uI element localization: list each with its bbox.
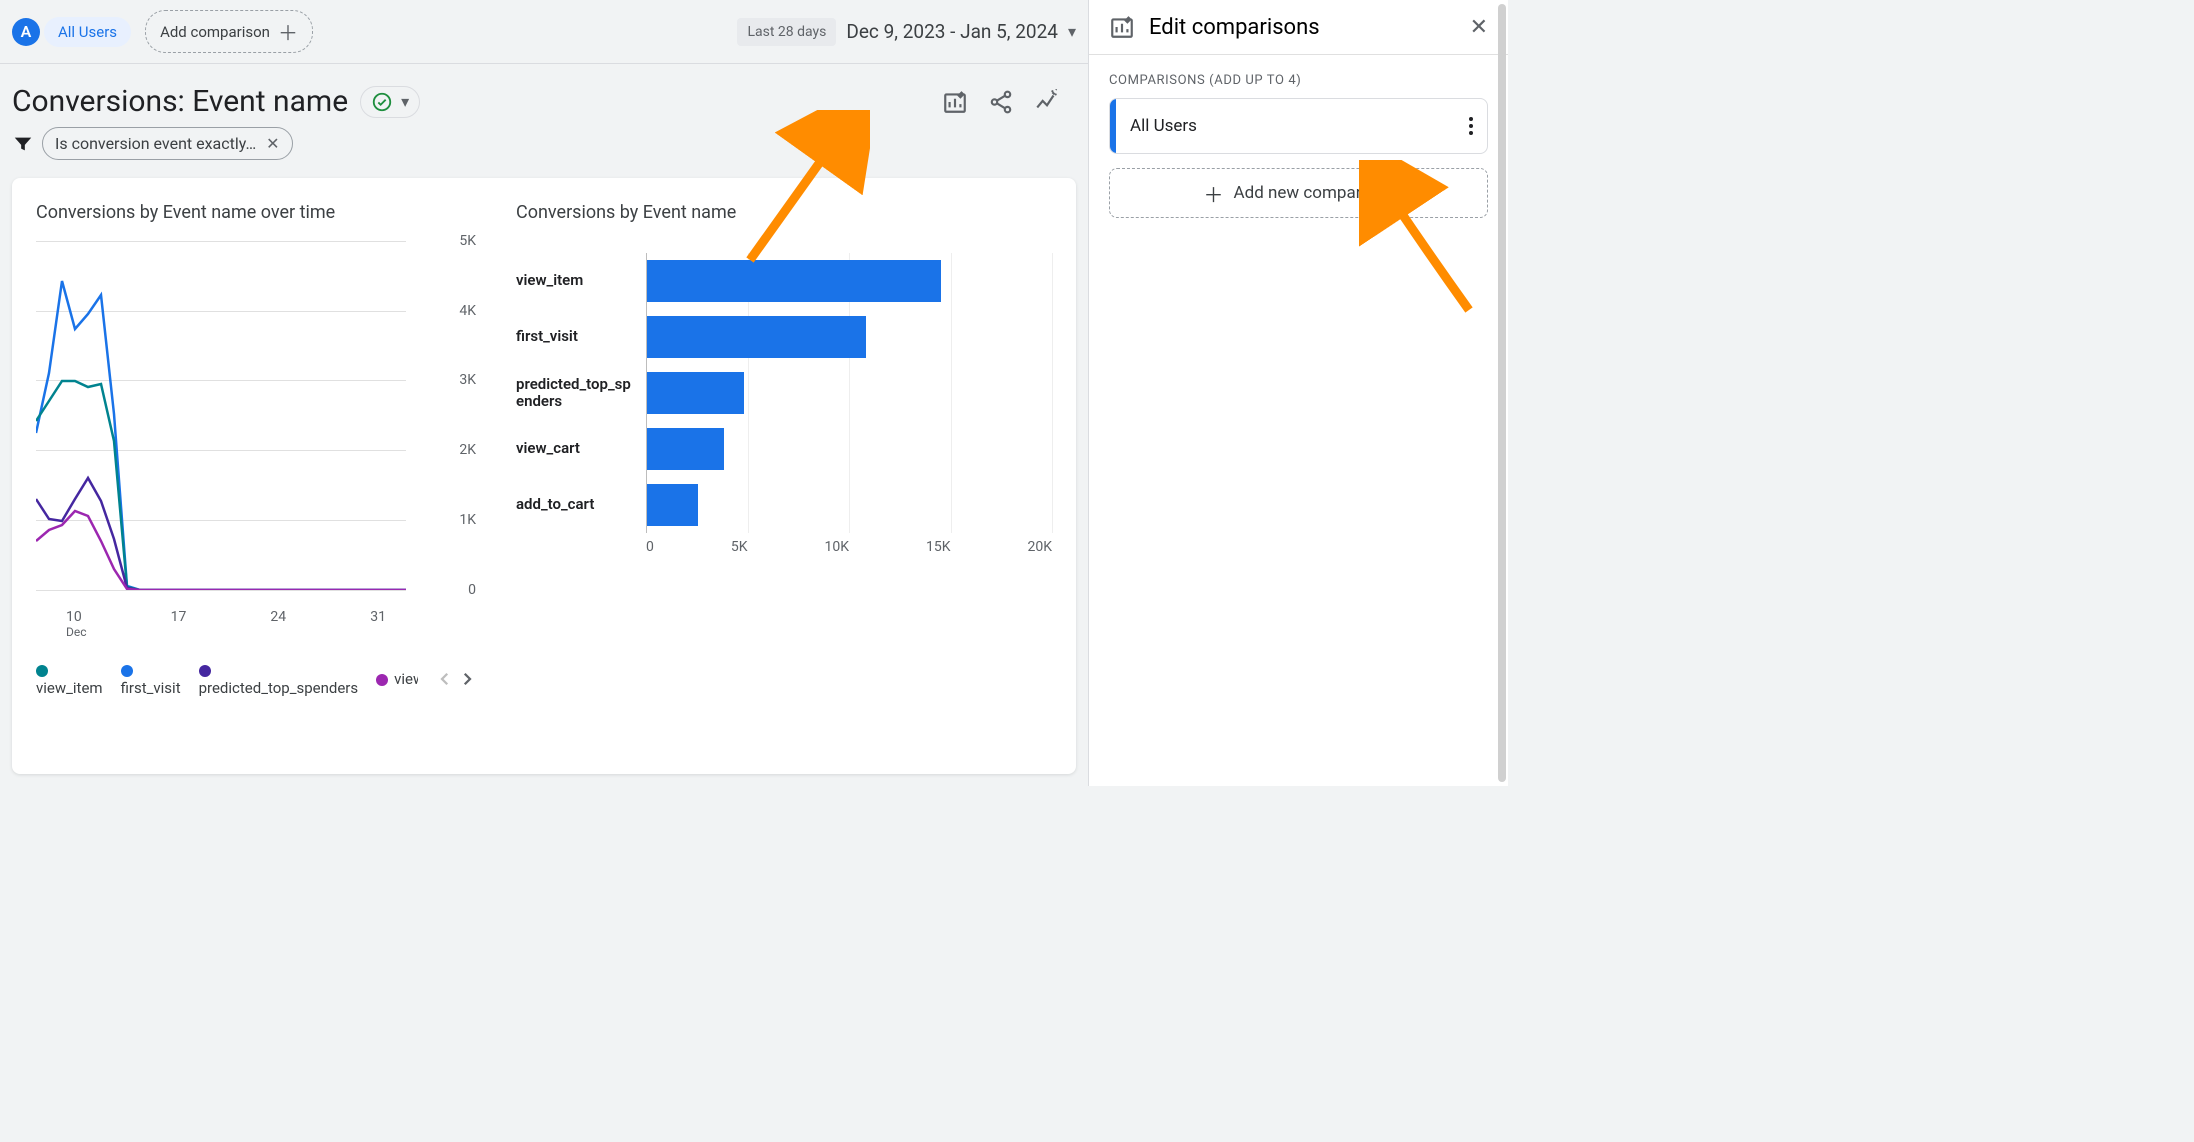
page-title: Conversions: Event name (12, 84, 348, 119)
side-panel-header: Edit comparisons ✕ (1089, 0, 1508, 55)
date-range-value: Dec 9, 2023 - Jan 5, 2024 (846, 20, 1058, 43)
more-options-button[interactable] (1469, 117, 1487, 135)
add-comparison-label: Add comparison (160, 23, 270, 41)
customize-report-icon (1109, 14, 1135, 40)
y-tick: 3K (416, 372, 476, 388)
y-tick: 2K (416, 442, 476, 458)
bar-chart[interactable]: view_item first_visit predicted_top_spen… (516, 253, 1052, 555)
y-tick: 1K (416, 512, 476, 528)
x-tick: 31 (370, 609, 386, 639)
filter-chip-text: Is conversion event exactly… (55, 134, 256, 153)
bar-row: predicted_top_spenders (516, 365, 1052, 421)
filter-chip[interactable]: Is conversion event exactly… ✕ (42, 127, 293, 160)
bar-chart-title: Conversions by Event name (516, 202, 1052, 223)
bar-row: view_item (516, 253, 1052, 309)
bar-label: view_item (516, 272, 646, 289)
bar-label: view_cart (516, 440, 646, 457)
line-chart[interactable]: 5K 4K 3K 2K 1K 0 (36, 241, 476, 651)
side-panel-title: Edit comparisons (1149, 15, 1320, 40)
date-range-picker[interactable]: Last 28 days Dec 9, 2023 - Jan 5, 2024 ▾ (737, 18, 1076, 46)
bar-x-tick: 0 (646, 539, 654, 555)
bar-label: first_visit (516, 328, 646, 345)
insights-icon[interactable] (1034, 89, 1060, 115)
add-new-comparison-label: Add new comparison (1234, 183, 1394, 203)
add-comparison-chip[interactable]: Add comparison ＋ (145, 10, 313, 53)
bar-x-tick: 20K (1027, 539, 1052, 555)
legend-label: view_item (36, 679, 103, 697)
y-tick: 0 (416, 582, 476, 598)
legend-item[interactable]: first_visit (121, 661, 181, 697)
chevron-right-icon[interactable] (458, 670, 476, 688)
report-topbar: A All Users Add comparison ＋ Last 28 day… (0, 0, 1088, 64)
bar-label: predicted_top_spenders (516, 376, 646, 411)
y-tick: 4K (416, 303, 476, 319)
chevron-left-icon[interactable] (436, 670, 454, 688)
legend-item[interactable]: view_c (376, 670, 418, 688)
customize-report-icon[interactable] (942, 89, 968, 115)
bar-x-tick: 15K (926, 539, 951, 555)
filter-icon (12, 133, 34, 155)
share-icon[interactable] (988, 89, 1014, 115)
report-title-row: Conversions: Event name ▾ (0, 64, 1088, 127)
line-chart-legend: view_item first_visit predicted_top_spen… (36, 661, 476, 697)
plus-icon: ＋ (278, 17, 298, 46)
status-verified-pill[interactable]: ▾ (360, 86, 420, 118)
legend-item[interactable]: predicted_top_spenders (199, 661, 359, 697)
comparisons-section-label: COMPARISONS (ADD UP TO 4) (1109, 73, 1488, 88)
close-icon[interactable]: ✕ (1470, 15, 1488, 40)
legend-item[interactable]: view_item (36, 661, 103, 697)
scrollbar[interactable] (1498, 4, 1506, 782)
legend-label: view_c (394, 670, 418, 688)
bar-label: add_to_cart (516, 496, 646, 513)
comparison-avatar-a: A (12, 18, 40, 46)
add-new-comparison-button[interactable]: ＋ Add new comparison (1109, 168, 1488, 218)
main-report-area: A All Users Add comparison ＋ Last 28 day… (0, 0, 1088, 786)
bar-row: view_cart (516, 421, 1052, 477)
bar-row: first_visit (516, 309, 1052, 365)
report-card: Conversions by Event name over time 5K 4… (12, 178, 1076, 774)
close-icon[interactable]: ✕ (266, 134, 279, 153)
plus-icon: ＋ (1204, 179, 1224, 208)
bar-chart-x-axis: 0 5K 10K 15K 20K (646, 539, 1052, 555)
edit-comparisons-panel: Edit comparisons ✕ COMPARISONS (ADD UP T… (1088, 0, 1508, 786)
comparison-name: All Users (1116, 116, 1197, 136)
x-tick: 10 (66, 609, 82, 625)
legend-label: predicted_top_spenders (199, 679, 359, 697)
y-tick: 5K (416, 233, 476, 249)
bar-x-tick: 5K (731, 539, 748, 555)
x-tick: 24 (270, 609, 286, 639)
comparison-chip-all-users[interactable]: All Users (44, 17, 131, 47)
date-preset-label: Last 28 days (737, 18, 836, 46)
kebab-icon (1469, 117, 1473, 135)
comparison-item[interactable]: All Users (1109, 98, 1488, 154)
bar-x-tick: 10K (824, 539, 849, 555)
checkmark-circle-icon (371, 91, 393, 113)
caret-down-icon: ▾ (1068, 22, 1076, 41)
x-tick: 17 (171, 609, 187, 639)
caret-down-icon: ▾ (401, 92, 409, 111)
side-panel-body: COMPARISONS (ADD UP TO 4) All Users ＋ Ad… (1089, 55, 1508, 236)
legend-label: first_visit (121, 679, 181, 697)
line-chart-panel: Conversions by Event name over time 5K 4… (36, 202, 476, 774)
filter-row: Is conversion event exactly… ✕ (0, 127, 1088, 178)
bar-chart-panel: Conversions by Event name view_item (516, 202, 1052, 774)
line-chart-title: Conversions by Event name over time (36, 202, 476, 223)
bar-row: add_to_cart (516, 477, 1052, 533)
line-chart-x-axis: 10Dec 17 24 31 (36, 609, 406, 639)
x-tick-month: Dec (66, 625, 87, 639)
line-chart-plot (36, 241, 406, 590)
